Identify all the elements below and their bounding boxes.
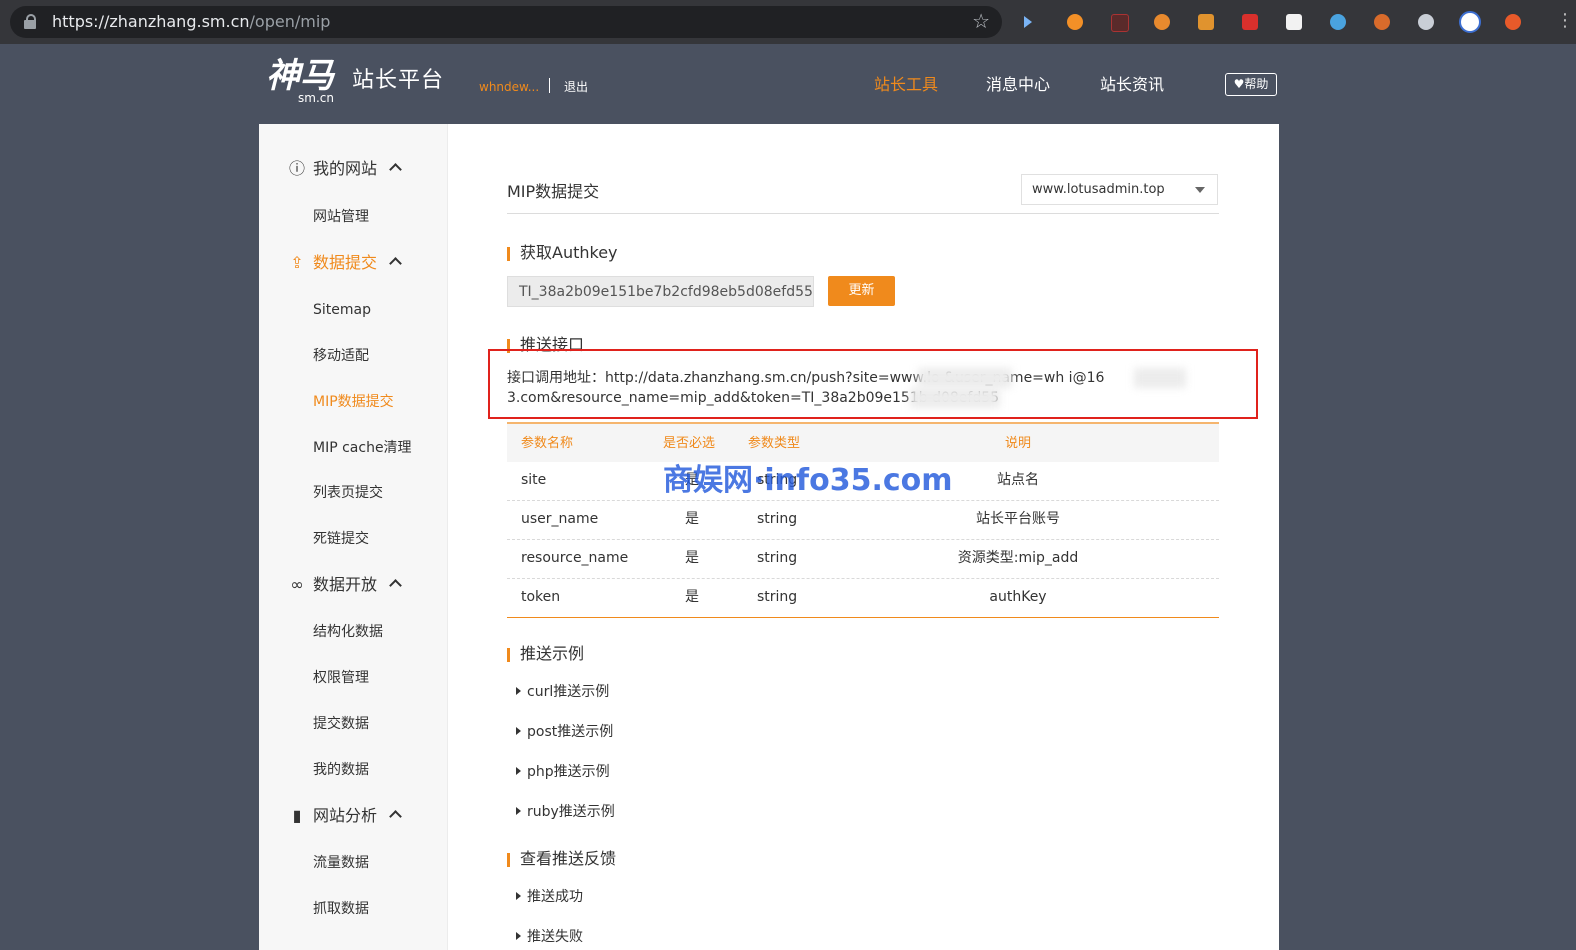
nav-webmaster-news[interactable]: 站长资讯 [1100,75,1164,95]
upload-icon: ⇪ [290,253,304,272]
url-text[interactable]: https://zhanzhang.sm.cn/open/mip [52,13,330,31]
extension-gear-icon[interactable] [1154,14,1170,30]
sidebar-item-crawl-data[interactable]: 抓取数据 [313,900,369,918]
username-link[interactable]: whndew... [479,79,539,95]
extension-pdf-red-icon[interactable] [1242,14,1258,30]
authkey-heading: 获取Authkey [520,243,618,262]
bulb-icon: ♥ [1233,77,1245,91]
chevron-up-icon [389,163,402,176]
caret-down-icon [1195,187,1205,193]
lock-icon[interactable] [24,14,36,29]
sidebar-item-site-management[interactable]: 网站管理 [313,208,369,226]
bar-chart-icon: ▮ [292,806,302,825]
caret-right-icon [516,727,521,735]
sidebar-item-mip-submit[interactable]: MIP数据提交 [313,393,394,411]
sidebar-item-list-page-submit[interactable]: 列表页提交 [313,484,383,502]
site-logo[interactable]: 神马 sm.cn 站长平台 [266,57,456,107]
caret-right-icon [516,687,521,695]
caret-right-icon [516,807,521,815]
extension-owl-icon[interactable] [1374,14,1390,30]
heading-marker [507,853,510,867]
extension-firefox-icon[interactable] [1505,14,1521,30]
table-row: user_name 是 string 站长平台账号 [507,501,1219,540]
example-curl-link[interactable]: curl推送示例 [516,683,609,701]
table-header: 参数名称 是否必选 参数类型 说明 [507,422,1219,462]
caret-right-icon [516,892,521,900]
update-authkey-button[interactable]: 更新 [828,276,895,306]
caret-right-icon [516,767,521,775]
logo-sub: sm.cn [298,91,334,105]
table-row: token 是 string authKey [507,579,1219,618]
sidebar-item-mobile-adapt[interactable]: 移动适配 [313,347,369,365]
logo-mark: 神马 [266,56,334,96]
main-panel: ⓘ 我的网站 网站管理 ⇪ 数据提交 Sitemap 移动适配 MIP数据提交 … [259,124,1279,950]
chevron-up-icon [389,579,402,592]
table-row: resource_name 是 string 资源类型:mip_add [507,540,1219,579]
logo-name: 站长平台 [352,68,445,93]
bookmark-star-icon[interactable]: ☆ [972,9,990,33]
extension-cursor-icon[interactable] [1024,16,1032,28]
sidebar-item-submit-data[interactable]: 提交数据 [313,715,369,733]
extension-orange-icon[interactable] [1067,14,1083,30]
extension-ublock-icon[interactable] [1111,14,1129,32]
page-title: MIP数据提交 [507,182,600,201]
browser-menu-icon[interactable]: ⋮ [1556,8,1574,34]
link-icon: ∞ [290,575,304,594]
example-php-link[interactable]: php推送示例 [516,763,610,781]
browser-toolbar: https://zhanzhang.sm.cn/open/mip ☆ ⋮ [0,0,1576,44]
nav-webmaster-tools[interactable]: 站长工具 [874,75,938,95]
extension-globe-icon[interactable] [1459,11,1481,33]
extension-compass-icon[interactable] [1330,14,1346,30]
sidebar: ⓘ 我的网站 网站管理 ⇪ 数据提交 Sitemap 移动适配 MIP数据提交 … [259,124,448,950]
nav-message-center[interactable]: 消息中心 [986,75,1050,95]
sidebar-item-permission[interactable]: 权限管理 [313,669,369,687]
watermark: 商娱网·info35.com [663,463,953,498]
sidebar-item-structured-data[interactable]: 结构化数据 [313,623,383,641]
info-circle-icon: ⓘ [288,159,305,178]
help-button[interactable]: ♥帮助 [1225,73,1277,96]
title-divider [507,213,1219,214]
caret-right-icon [516,932,521,940]
sidebar-item-sitemap[interactable]: Sitemap [313,301,371,319]
feedback-success-link[interactable]: 推送成功 [516,888,583,906]
feedback-failure-link[interactable]: 推送失败 [516,928,583,946]
chevron-up-icon [389,257,402,270]
sidebar-item-mip-cache[interactable]: MIP cache清理 [313,439,412,457]
header-divider [549,78,550,93]
highlight-box [488,349,1258,419]
examples-heading: 推送示例 [520,644,585,663]
site-select[interactable]: www.lotusadmin.top [1021,174,1218,205]
chevron-up-icon [389,810,402,823]
extension-circle-icon[interactable] [1418,14,1434,30]
sidebar-item-my-data[interactable]: 我的数据 [313,761,369,779]
address-bar[interactable]: https://zhanzhang.sm.cn/open/mip ☆ [10,6,1002,38]
extension-pdf-icon[interactable] [1286,14,1302,30]
feedback-heading: 查看推送反馈 [520,849,617,868]
authkey-field[interactable]: TI_38a2b09e151be7b2cfd98eb5d08efd55 [507,276,814,307]
sidebar-item-dead-link-submit[interactable]: 死链提交 [313,530,369,548]
extension-grid-icon[interactable] [1198,14,1214,30]
heading-marker [507,648,510,662]
heading-marker [507,247,510,261]
example-ruby-link[interactable]: ruby推送示例 [516,803,615,821]
example-post-link[interactable]: post推送示例 [516,723,613,741]
logout-link[interactable]: 退出 [564,79,588,95]
sidebar-item-traffic-data[interactable]: 流量数据 [313,854,369,872]
